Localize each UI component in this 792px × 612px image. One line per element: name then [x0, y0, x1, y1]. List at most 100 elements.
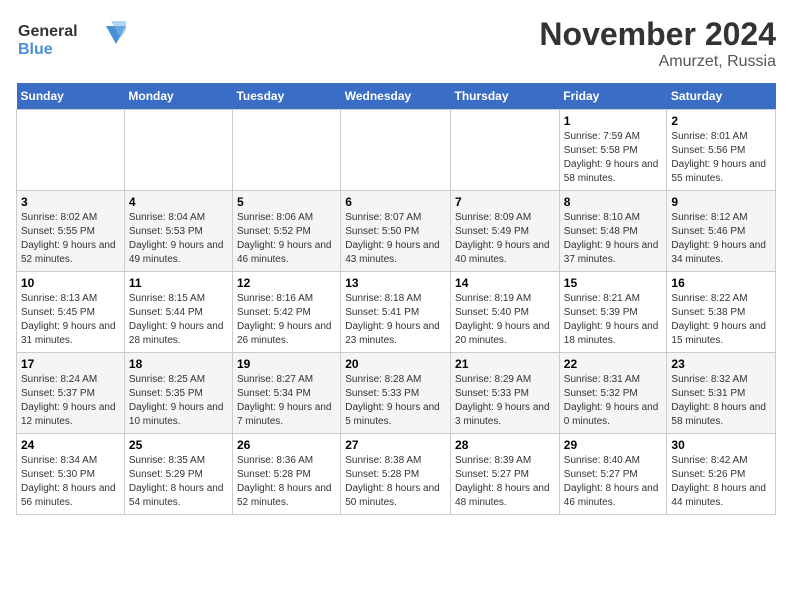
calendar-day-cell: 23 Sunrise: 8:32 AMSunset: 5:31 PMDayligh… [667, 353, 776, 434]
day-number: 27 [345, 438, 446, 452]
day-info: Sunrise: 8:24 AMSunset: 5:37 PMDaylight:… [21, 373, 120, 429]
logo: General Blue [16, 16, 126, 65]
day-of-week-header: Monday [124, 83, 232, 110]
calendar-week-row: 3 Sunrise: 8:02 AMSunset: 5:55 PMDaylight… [17, 191, 776, 272]
calendar-day-cell: 30Sunrise: 8:42 AMSunset: 5:26 PMDayligh… [667, 434, 776, 515]
calendar-day-cell: 19Sunrise: 8:27 AMSunset: 5:34 PMDayligh… [232, 353, 340, 434]
day-number: 13 [345, 276, 446, 290]
day-number: 1 [564, 114, 663, 128]
day-number: 19 [237, 357, 336, 371]
day-number: 8 [564, 195, 663, 209]
day-number: 4 [129, 195, 228, 209]
day-info: Sunrise: 8:38 AMSunset: 5:28 PMDaylight:… [345, 454, 446, 510]
day-number: 24 [21, 438, 120, 452]
calendar-day-cell: 16Sunrise: 8:22 AMSunset: 5:38 PMDayligh… [667, 272, 776, 353]
day-number: 5 [237, 195, 336, 209]
day-info: Sunrise: 8:28 AMSunset: 5:33 PMDaylight:… [345, 373, 446, 429]
day-number: 12 [237, 276, 336, 290]
calendar-day-cell: 8 Sunrise: 8:10 AMSunset: 5:48 PMDaylight… [559, 191, 667, 272]
calendar-day-cell [451, 110, 560, 191]
title-block: November 2024 Amurzet, Russia [539, 16, 776, 71]
day-info: Sunrise: 8:12 AMSunset: 5:46 PMDaylight:… [671, 211, 771, 267]
day-info: Sunrise: 8:25 AMSunset: 5:35 PMDaylight:… [129, 373, 228, 429]
calendar-day-cell: 17 Sunrise: 8:24 AMSunset: 5:37 PMDayligh… [17, 353, 125, 434]
day-number: 26 [237, 438, 336, 452]
day-info: Sunrise: 8:15 AMSunset: 5:44 PMDaylight:… [129, 292, 228, 348]
day-info: Sunrise: 8:07 AMSunset: 5:50 PMDaylight:… [345, 211, 446, 267]
calendar-day-cell: 28 Sunrise: 8:39 AMSunset: 5:27 PMDayligh… [451, 434, 560, 515]
day-number: 30 [671, 438, 771, 452]
day-info: Sunrise: 8:16 AMSunset: 5:42 PMDaylight:… [237, 292, 336, 348]
day-number: 23 [671, 357, 771, 371]
day-of-week-header: Wednesday [341, 83, 451, 110]
day-number: 6 [345, 195, 446, 209]
calendar-day-cell: 13 Sunrise: 8:18 AMSunset: 5:41 PMDayligh… [341, 272, 451, 353]
day-of-week-header: Sunday [17, 83, 125, 110]
day-number: 9 [671, 195, 771, 209]
day-info: Sunrise: 8:31 AMSunset: 5:32 PMDaylight:… [564, 373, 663, 429]
calendar-day-cell [341, 110, 451, 191]
day-info: Sunrise: 8:29 AMSunset: 5:33 PMDaylight:… [455, 373, 555, 429]
day-info: Sunrise: 8:13 AMSunset: 5:45 PMDaylight:… [21, 292, 120, 348]
day-number: 16 [671, 276, 771, 290]
calendar-day-cell: 29Sunrise: 8:40 AMSunset: 5:27 PMDayligh… [559, 434, 667, 515]
day-info: Sunrise: 8:06 AMSunset: 5:52 PMDaylight:… [237, 211, 336, 267]
day-number: 3 [21, 195, 120, 209]
day-number: 11 [129, 276, 228, 290]
calendar-week-row: 24 Sunrise: 8:34 AMSunset: 5:30 PMDayligh… [17, 434, 776, 515]
day-of-week-header: Tuesday [232, 83, 340, 110]
svg-text:Blue: Blue [18, 41, 53, 58]
logo-text: General Blue [16, 16, 126, 65]
calendar-day-cell: 4 Sunrise: 8:04 AMSunset: 5:53 PMDaylight… [124, 191, 232, 272]
day-info: Sunrise: 8:21 AMSunset: 5:39 PMDaylight:… [564, 292, 663, 348]
calendar-day-cell: 2Sunrise: 8:01 AMSunset: 5:56 PMDaylight… [667, 110, 776, 191]
day-number: 28 [455, 438, 555, 452]
page-header: General Blue November 2024 Amurzet, Russ… [16, 16, 776, 71]
day-info: Sunrise: 8:34 AMSunset: 5:30 PMDaylight:… [21, 454, 120, 510]
day-number: 29 [564, 438, 663, 452]
location: Amurzet, Russia [539, 53, 776, 71]
calendar-week-row: 17 Sunrise: 8:24 AMSunset: 5:37 PMDayligh… [17, 353, 776, 434]
day-info: Sunrise: 8:09 AMSunset: 5:49 PMDaylight:… [455, 211, 555, 267]
calendar-day-cell: 26 Sunrise: 8:36 AMSunset: 5:28 PMDayligh… [232, 434, 340, 515]
calendar-day-cell: 22 Sunrise: 8:31 AMSunset: 5:32 PMDayligh… [559, 353, 667, 434]
day-info: Sunrise: 8:39 AMSunset: 5:27 PMDaylight:… [455, 454, 555, 510]
calendar-header-row: SundayMondayTuesdayWednesdayThursdayFrid… [17, 83, 776, 110]
calendar-day-cell: 18 Sunrise: 8:25 AMSunset: 5:35 PMDayligh… [124, 353, 232, 434]
calendar-day-cell: 7 Sunrise: 8:09 AMSunset: 5:49 PMDaylight… [451, 191, 560, 272]
day-info: Sunrise: 8:36 AMSunset: 5:28 PMDaylight:… [237, 454, 336, 510]
day-number: 22 [564, 357, 663, 371]
calendar-day-cell: 10 Sunrise: 8:13 AMSunset: 5:45 PMDayligh… [17, 272, 125, 353]
day-number: 10 [21, 276, 120, 290]
day-info: Sunrise: 8:10 AMSunset: 5:48 PMDaylight:… [564, 211, 663, 267]
calendar-day-cell: 3 Sunrise: 8:02 AMSunset: 5:55 PMDaylight… [17, 191, 125, 272]
calendar-day-cell [124, 110, 232, 191]
day-of-week-header: Friday [559, 83, 667, 110]
day-info: Sunrise: 7:59 AMSunset: 5:58 PMDaylight:… [564, 130, 663, 186]
day-number: 25 [129, 438, 228, 452]
day-number: 7 [455, 195, 555, 209]
calendar-day-cell [17, 110, 125, 191]
day-info: Sunrise: 8:01 AMSunset: 5:56 PMDaylight:… [671, 130, 771, 186]
calendar-day-cell: 9 Sunrise: 8:12 AMSunset: 5:46 PMDaylight… [667, 191, 776, 272]
day-info: Sunrise: 8:32 AMSunset: 5:31 PMDaylight:… [671, 373, 771, 429]
day-info: Sunrise: 8:18 AMSunset: 5:41 PMDaylight:… [345, 292, 446, 348]
month-title: November 2024 [539, 16, 776, 53]
day-info: Sunrise: 8:04 AMSunset: 5:53 PMDaylight:… [129, 211, 228, 267]
calendar-table: SundayMondayTuesdayWednesdayThursdayFrid… [16, 83, 776, 515]
day-number: 14 [455, 276, 555, 290]
day-of-week-header: Saturday [667, 83, 776, 110]
calendar-day-cell: 24 Sunrise: 8:34 AMSunset: 5:30 PMDayligh… [17, 434, 125, 515]
calendar-day-cell: 1 Sunrise: 7:59 AMSunset: 5:58 PMDaylight… [559, 110, 667, 191]
calendar-day-cell: 27 Sunrise: 8:38 AMSunset: 5:28 PMDayligh… [341, 434, 451, 515]
day-number: 21 [455, 357, 555, 371]
day-number: 18 [129, 357, 228, 371]
day-of-week-header: Thursday [451, 83, 560, 110]
svg-text:General: General [18, 23, 78, 40]
day-number: 15 [564, 276, 663, 290]
day-info: Sunrise: 8:02 AMSunset: 5:55 PMDaylight:… [21, 211, 120, 267]
day-info: Sunrise: 8:19 AMSunset: 5:40 PMDaylight:… [455, 292, 555, 348]
day-number: 17 [21, 357, 120, 371]
day-info: Sunrise: 8:35 AMSunset: 5:29 PMDaylight:… [129, 454, 228, 510]
calendar-day-cell: 5 Sunrise: 8:06 AMSunset: 5:52 PMDaylight… [232, 191, 340, 272]
